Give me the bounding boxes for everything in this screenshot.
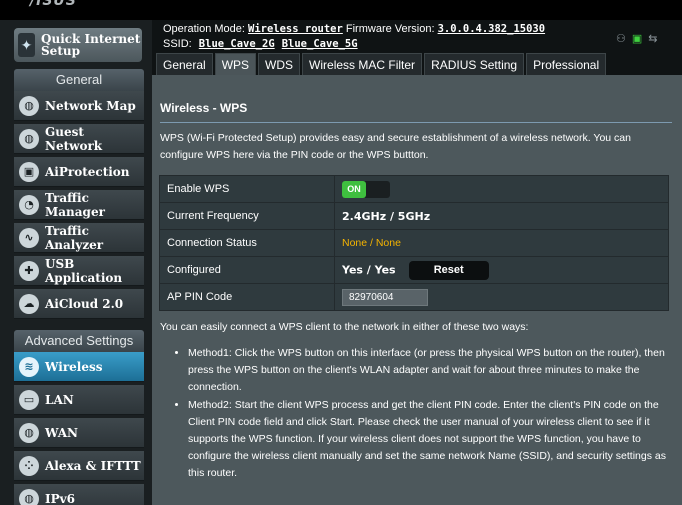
list-item: Method2: Start the client WPS process an… [188,397,674,482]
configured-value: Yes / Yes [342,262,396,276]
users-icon[interactable]: ⚇ [616,32,626,45]
sidebar-item-lan[interactable]: ▭ LAN [14,385,144,415]
ssid-label: SSID: [163,38,192,50]
page-title: Wireless - WPS [160,101,248,115]
tab-wireless-mac-filter[interactable]: Wireless MAC Filter [302,53,423,75]
firmware-label: Firmware Version: [345,23,435,35]
main-content: Operation Mode: Wireless router Firmware… [152,20,682,505]
table-row: Connection Status None / None [159,229,669,257]
quick-internet-setup-label: Quick Internet Setup [41,32,141,58]
guest-globe-icon: ◍ [19,128,39,149]
dots-icon: ⁘ [19,455,39,476]
analyzer-icon: ∿ [19,227,39,248]
sidebar-item-label: IPv6 [45,491,75,505]
operation-mode-link[interactable]: Wireless router [248,23,343,35]
puzzle-icon: ✚ [19,260,39,281]
list-item: Method1: Click the WPS button on this in… [188,345,674,396]
sidebar-item-wireless[interactable]: ≋ Wireless [14,352,144,382]
wps-panel: Wireless - WPS WPS (Wi-Fi Protected Setu… [152,75,682,505]
frequency-cell: 2.4GHz / 5GHz [334,202,669,230]
sidebar-item-alexa-ifttt[interactable]: ⁘ Alexa & IFTTT [14,451,144,481]
sidebar: ✦ Quick Internet Setup General ◍ Network… [0,20,152,505]
gauge-icon: ◔ [19,194,39,215]
table-row: Enable WPS ON [159,175,669,203]
enable-wps-label: Enable WPS [159,175,335,203]
sidebar-item-guest-network[interactable]: ◍ Guest Network [14,124,144,154]
tab-general[interactable]: General [156,53,213,75]
sidebar-item-label: LAN [45,392,74,407]
sidebar-item-usb-application[interactable]: ✚ USB Application [14,256,144,286]
enable-wps-toggle[interactable]: ON [342,180,390,198]
tab-professional[interactable]: Professional [526,53,607,75]
ssid-line: SSID: Blue_Cave_2G Blue_Cave_5G [163,38,358,50]
sidebar-item-traffic-analyzer[interactable]: ∿ Traffic Analyzer [14,223,144,253]
brand-logo: /ISUS [30,0,77,9]
title-divider [160,122,672,123]
toggle-on-label: ON [342,180,366,198]
status-icons: ⚇ ▣ ⇆ [616,32,658,45]
sidebar-item-traffic-manager[interactable]: ◔ Traffic Manager [14,190,144,220]
monitor-icon: ▭ [19,389,39,410]
tab-bar: General WPS WDS Wireless MAC Filter RADI… [156,53,608,75]
ssid-2g-link[interactable]: Blue_Cave_2G [199,38,275,50]
firmware-link[interactable]: 3.0.0.4.382_15030 [438,23,545,35]
sidebar-item-label: AiProtection [45,164,130,179]
enable-wps-cell: ON [334,175,669,203]
ap-pin-field[interactable]: 82970604 [342,288,428,306]
globe-icon: ◍ [19,95,39,116]
sidebar-item-aiprotection[interactable]: ▣ AiProtection [14,157,144,187]
sidebar-item-label: Wireless [45,359,103,374]
ssid-5g-link[interactable]: Blue_Cave_5G [282,38,358,50]
wand-icon: ✦ [18,33,36,57]
tab-wds[interactable]: WDS [258,53,301,75]
frequency-value: 2.4GHz / 5GHz [342,209,431,223]
operation-mode-label: Operation Mode: [163,23,245,35]
operation-mode-line: Operation Mode: Wireless router Firmware… [163,23,545,35]
connection-status-label: Connection Status [159,229,335,257]
general-header: General [14,69,144,91]
reset-button[interactable]: Reset [408,260,489,280]
quick-internet-setup-button[interactable]: ✦ Quick Internet Setup [14,28,142,62]
sidebar-item-label: Traffic Analyzer [45,223,104,252]
top-banner: /ISUS [0,0,682,20]
ap-pin-label: AP PIN Code [159,283,335,311]
sidebar-item-label: Alexa & IFTTT [45,458,141,473]
sidebar-item-ipv6[interactable]: ◍ IPv6 [14,484,144,505]
ap-pin-cell: 82970604 [334,283,669,311]
frequency-label: Current Frequency [159,202,335,230]
wifi-icon: ≋ [19,356,39,377]
wps-description: WPS (Wi-Fi Protected Setup) provides eas… [160,132,631,161]
configured-cell: Yes / Yes Reset [334,256,669,284]
advanced-settings-header: Advanced Settings [14,330,144,352]
connection-status-value: None / None [342,237,401,249]
sidebar-item-label: Guest Network [45,124,103,153]
connection-status-cell: None / None [334,229,669,257]
tab-radius-setting[interactable]: RADIUS Setting [424,53,525,75]
ipv6-icon: ◍ [19,488,39,505]
configured-label: Configured [159,256,335,284]
ways-intro: You can easily connect a WPS client to t… [160,321,529,333]
sidebar-item-label: AiCloud 2.0 [45,296,124,311]
sidebar-item-label: Network Map [45,98,136,113]
table-row: Configured Yes / Yes Reset [159,256,669,284]
wps-settings-table: Enable WPS ON Current Frequency 2.4GHz /… [159,175,669,311]
table-row: Current Frequency 2.4GHz / 5GHz [159,202,669,230]
tab-wps[interactable]: WPS [214,53,257,75]
sidebar-item-wan[interactable]: ◍ WAN [14,418,144,448]
methods-list: Method1: Click the WPS button on this in… [174,345,674,483]
table-row: AP PIN Code 82970604 [159,283,669,311]
sidebar-item-label: Traffic Manager [45,190,105,219]
sidebar-item-label: WAN [45,425,78,440]
globe-icon: ◍ [19,422,39,443]
sidebar-item-network-map[interactable]: ◍ Network Map [14,91,144,121]
usb-icon[interactable]: ▣ [632,32,642,45]
sidebar-item-label: USB Application [45,256,123,285]
lock-icon: ▣ [19,161,39,182]
sidebar-item-aicloud[interactable]: ☁ AiCloud 2.0 [14,289,144,319]
cloud-icon: ☁ [19,293,39,314]
network-icon[interactable]: ⇆ [648,32,657,45]
